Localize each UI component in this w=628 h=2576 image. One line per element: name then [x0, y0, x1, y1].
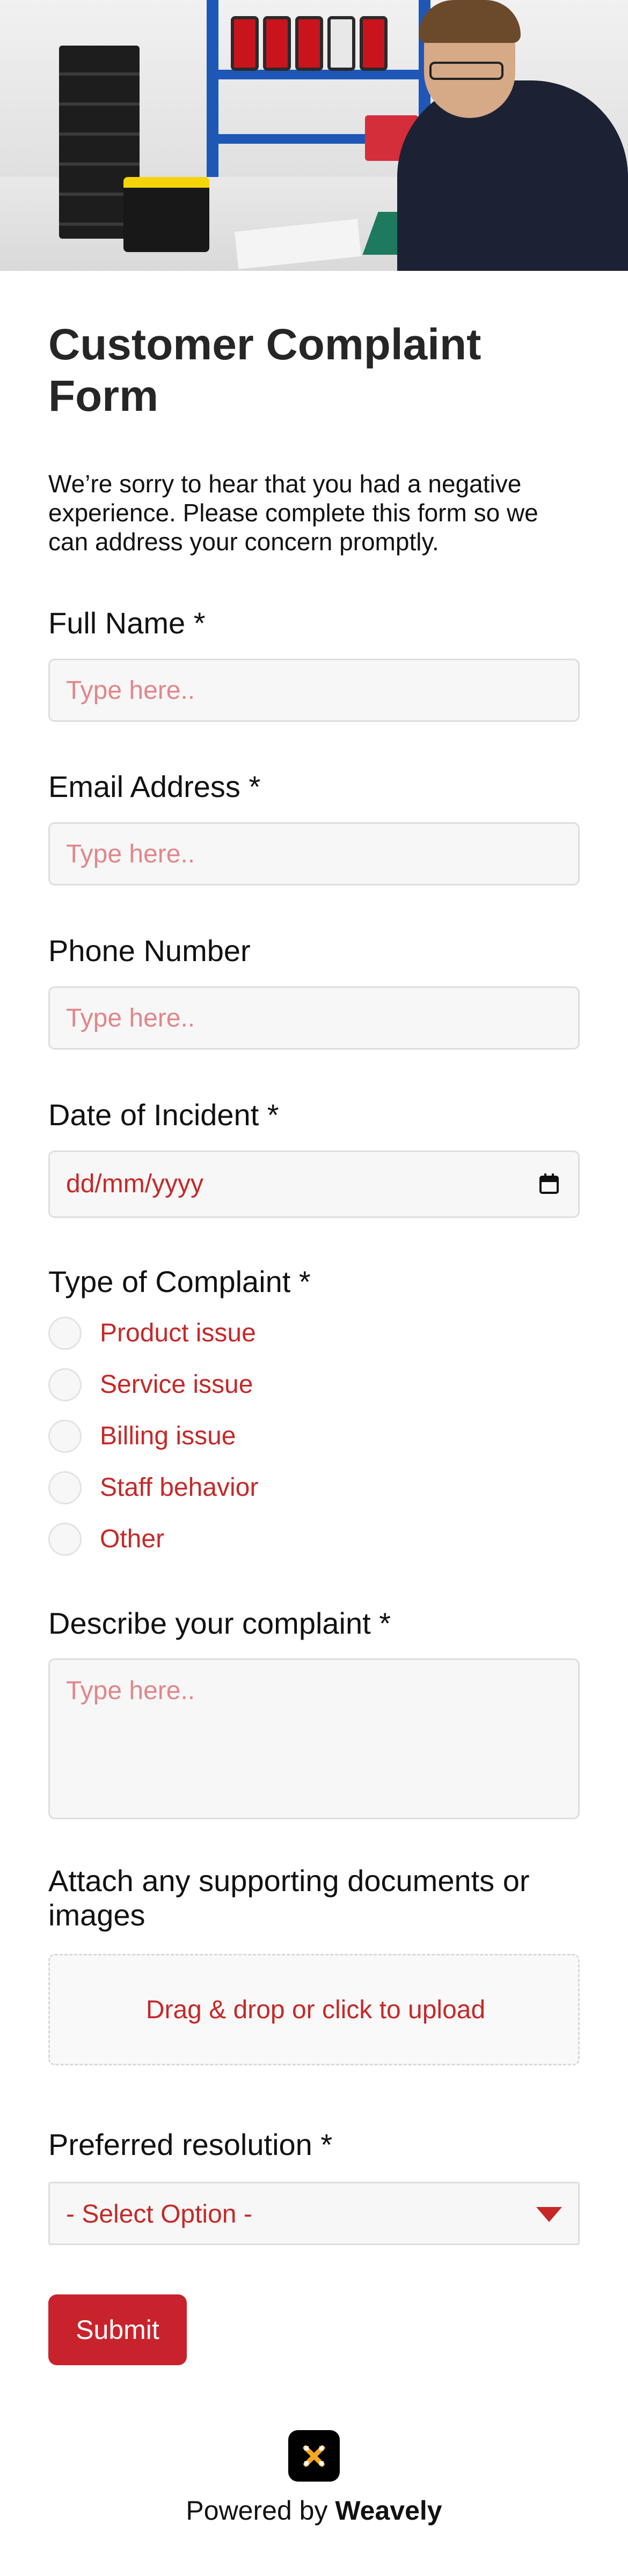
radio-label: Other [100, 1525, 165, 1553]
page-title: Customer Complaint Form [48, 320, 481, 420]
chevron-down-icon [536, 2207, 562, 2222]
description-textarea[interactable] [48, 1658, 580, 1819]
resolution-label: Preferred resolution * [48, 2128, 333, 2161]
resolution-selected: - Select Option - [66, 2200, 252, 2228]
radio-circle[interactable] [48, 1368, 82, 1401]
date-input[interactable]: dd/mm/yyyy [48, 1150, 580, 1218]
email-input[interactable] [48, 822, 580, 885]
upload-text: Drag & drop or click to upload [145, 1996, 486, 2024]
powered-by-prefix: Powered by [186, 2496, 328, 2526]
radio-product-issue[interactable]: Product issue [48, 1316, 370, 1353]
attachments-label: Attach any supporting documents or image… [48, 1864, 530, 1932]
form-intro: We’re sorry to hear that you had a negat… [48, 470, 538, 556]
complaint-type-label: Type of Complaint * [48, 1265, 311, 1298]
radio-circle[interactable] [48, 1471, 82, 1504]
radio-label: Staff behavior [100, 1473, 259, 1502]
radio-staff-behavior[interactable]: Staff behavior [48, 1470, 370, 1508]
full-name-input[interactable] [48, 659, 580, 722]
date-value: dd/mm/yyyy [66, 1170, 204, 1198]
radio-billing-issue[interactable]: Billing issue [48, 1419, 370, 1456]
radio-label: Product issue [100, 1319, 256, 1347]
full-name-label: Full Name * [48, 606, 206, 640]
submit-button[interactable]: Submit [48, 2294, 187, 2365]
resolution-select[interactable]: - Select Option - [48, 2182, 580, 2245]
radio-service-issue[interactable]: Service issue [48, 1367, 370, 1405]
brand-link[interactable]: Weavely [335, 2496, 442, 2526]
radio-other[interactable]: Other [48, 1522, 370, 1559]
powered-by: Powered by Weavely [0, 2494, 628, 2527]
radio-label: Service issue [100, 1370, 253, 1399]
email-label: Email Address * [48, 770, 261, 803]
radio-circle[interactable] [48, 1420, 82, 1453]
phone-label: Phone Number [48, 934, 251, 968]
description-label: Describe your complaint * [48, 1606, 391, 1640]
radio-circle[interactable] [48, 1523, 82, 1556]
file-upload-dropzone[interactable]: Drag & drop or click to upload [48, 1954, 580, 2065]
hero-image [0, 0, 628, 271]
radio-label: Billing issue [100, 1422, 236, 1450]
date-label: Date of Incident * [48, 1098, 279, 1132]
phone-input[interactable] [48, 986, 580, 1050]
radio-circle[interactable] [48, 1317, 82, 1350]
calendar-icon[interactable] [539, 1173, 559, 1194]
weavely-logo-icon[interactable] [288, 2430, 340, 2482]
